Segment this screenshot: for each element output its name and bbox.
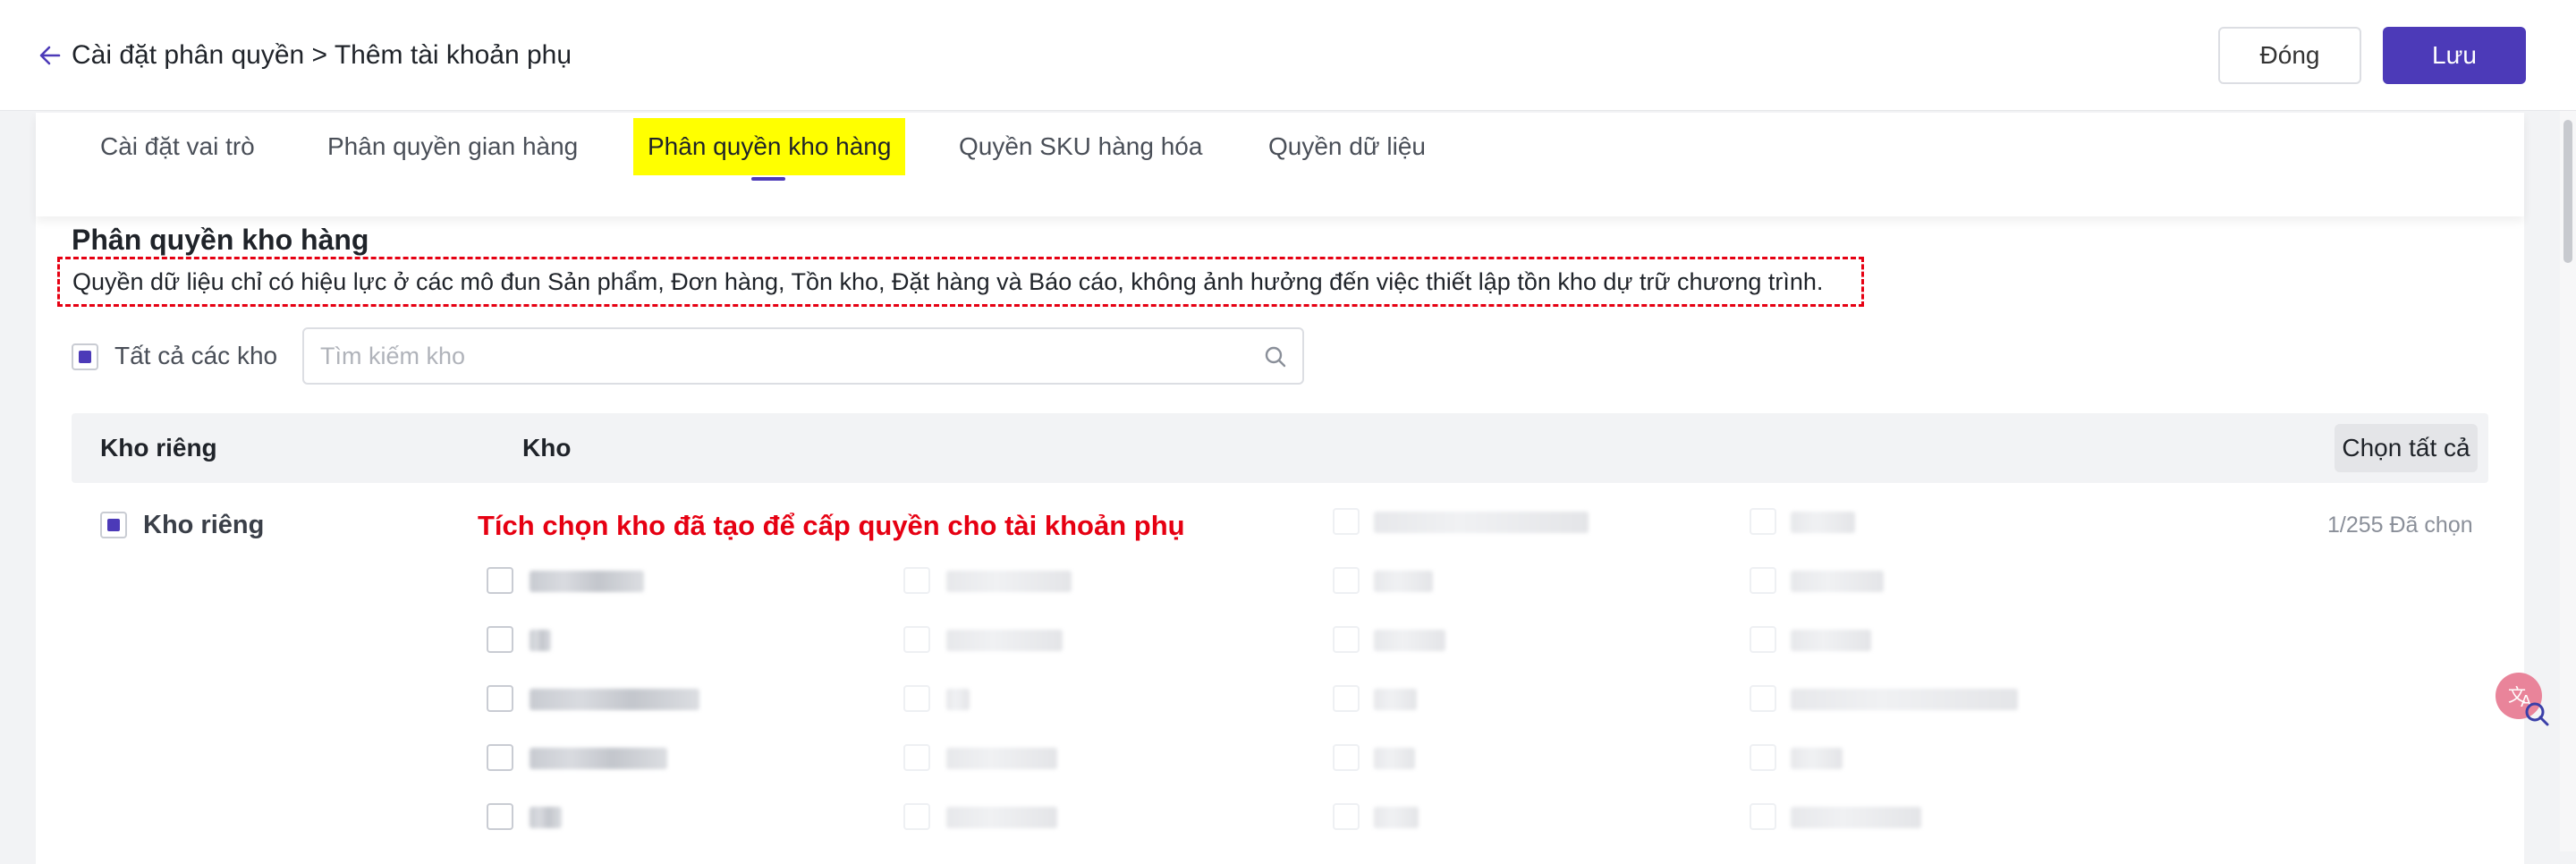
warehouse-checkbox[interactable]	[903, 803, 930, 830]
annotation-text: Tích chọn kho đã tạo để cấp quyền cho tà…	[478, 510, 1185, 541]
warehouse-checkbox[interactable]	[487, 803, 513, 830]
save-button[interactable]: Lưu	[2383, 27, 2526, 84]
redacted-warehouse-name	[946, 630, 1063, 651]
warehouse-checkbox[interactable]	[903, 685, 930, 712]
column-header-warehouse: Kho	[522, 434, 572, 462]
redacted-warehouse-name	[1791, 630, 1871, 651]
redacted-warehouse-name	[946, 571, 1072, 592]
tab-warehouse-permissions[interactable]: Phân quyền kho hàng	[633, 118, 906, 175]
redacted-warehouse-name	[1791, 748, 1843, 769]
active-tab-indicator	[751, 177, 785, 181]
selected-count: 1/255 Đã chọn	[2327, 512, 2473, 538]
redacted-warehouse-name	[1374, 689, 1417, 710]
warehouse-search-box	[302, 327, 1304, 385]
redacted-warehouse-name	[946, 748, 1057, 769]
warehouse-checkbox[interactable]	[1333, 508, 1360, 535]
close-button[interactable]: Đóng	[2218, 27, 2361, 84]
page-scrollbar[interactable]	[2560, 111, 2576, 851]
main-card: Cài đặt vai trò Phân quyền gian hàng Phâ…	[36, 113, 2524, 864]
redacted-warehouse-name	[1374, 630, 1445, 651]
warehouse-checkbox[interactable]	[1333, 567, 1360, 594]
breadcrumb: Cài đặt phân quyền > Thêm tài khoản phụ	[72, 40, 572, 70]
warehouse-checkbox[interactable]	[1750, 626, 1776, 653]
warehouse-search-input[interactable]	[320, 336, 1233, 376]
redacted-warehouse-name	[530, 748, 667, 769]
warehouse-checkbox[interactable]	[1333, 744, 1360, 771]
redacted-warehouse-name	[1791, 689, 2018, 710]
redacted-warehouse-name	[946, 689, 970, 710]
back-arrow-icon[interactable]	[34, 39, 66, 72]
redacted-warehouse-name	[530, 630, 551, 651]
redacted-warehouse-name	[1374, 512, 1589, 533]
warehouse-checkbox[interactable]	[1750, 508, 1776, 535]
redacted-warehouse-name	[530, 571, 644, 592]
column-header-group: Kho riêng	[100, 434, 217, 462]
warehouse-checkbox[interactable]	[1750, 567, 1776, 594]
warehouse-checkbox[interactable]	[1333, 803, 1360, 830]
translate-search-icon[interactable]: 文 A	[2494, 671, 2551, 728]
redacted-warehouse-name	[1791, 807, 1921, 828]
group-checkbox[interactable]	[100, 512, 127, 538]
select-all-button[interactable]: Chọn tất cả	[2334, 424, 2478, 472]
redacted-warehouse-name	[530, 689, 699, 710]
warehouse-checkbox[interactable]	[1750, 685, 1776, 712]
tab-bar: Cài đặt vai trò Phân quyền gian hàng Phâ…	[36, 113, 2524, 216]
all-warehouses-checkbox[interactable]	[72, 343, 98, 370]
warehouse-checkbox[interactable]	[903, 744, 930, 771]
warehouse-checkbox[interactable]	[1750, 803, 1776, 830]
all-warehouses-label: Tất cả các kho	[114, 342, 278, 369]
redacted-warehouse-name	[946, 807, 1057, 828]
tab-sku-permissions[interactable]: Quyền SKU hàng hóa	[959, 118, 1202, 175]
warehouse-checkbox[interactable]	[487, 685, 513, 712]
group-label: Kho riêng	[143, 511, 265, 539]
redacted-warehouse-name	[1374, 571, 1433, 592]
redacted-warehouse-name	[530, 807, 562, 828]
warehouse-checkbox[interactable]	[487, 626, 513, 653]
redacted-warehouse-name	[1374, 748, 1415, 769]
warehouse-checkbox[interactable]	[1333, 685, 1360, 712]
tab-store-permissions[interactable]: Phân quyền gian hàng	[327, 118, 578, 175]
warehouse-checkbox[interactable]	[487, 567, 513, 594]
table-header: Kho riêng Kho Chọn tất cả	[72, 413, 2488, 483]
warehouse-checkbox[interactable]	[1750, 744, 1776, 771]
warehouse-checkbox[interactable]	[903, 567, 930, 594]
section-title: Phân quyền kho hàng	[72, 224, 369, 256]
tab-data-permissions[interactable]: Quyền dữ liệu	[1268, 118, 1426, 175]
notice-text: Quyền dữ liệu chỉ có hiệu lực ở các mô đ…	[57, 257, 1864, 307]
redacted-warehouse-name	[1791, 512, 1855, 533]
search-icon[interactable]	[1263, 344, 1288, 369]
warehouse-checkbox[interactable]	[1333, 626, 1360, 653]
warehouse-checkbox[interactable]	[903, 626, 930, 653]
warehouse-checkbox[interactable]	[487, 744, 513, 771]
scrollbar-thumb[interactable]	[2563, 120, 2572, 263]
top-bar: Cài đặt phân quyền > Thêm tài khoản phụ …	[0, 0, 2576, 111]
redacted-warehouse-name	[1791, 571, 1884, 592]
redacted-warehouse-name	[1374, 807, 1419, 828]
tab-role-settings[interactable]: Cài đặt vai trò	[100, 118, 255, 175]
